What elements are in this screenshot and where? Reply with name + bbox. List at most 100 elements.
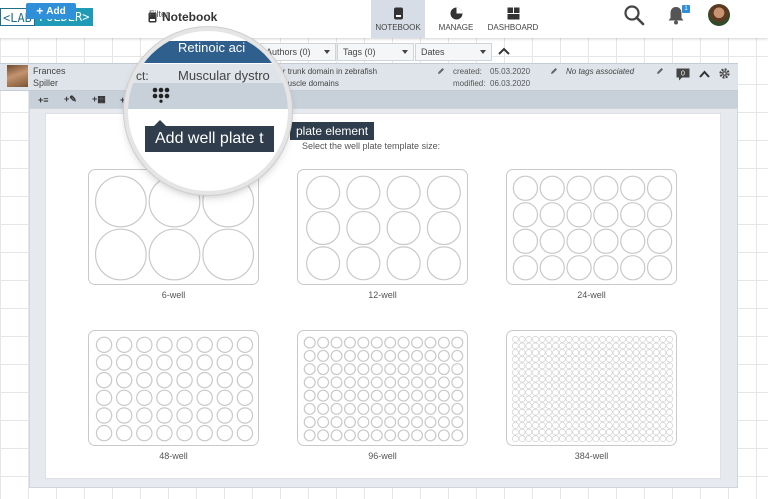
well bbox=[666, 428, 673, 436]
well bbox=[512, 349, 519, 356]
add-file-button[interactable]: + bbox=[120, 93, 125, 106]
well bbox=[397, 429, 410, 442]
well bbox=[525, 336, 533, 343]
well bbox=[639, 375, 647, 383]
well bbox=[115, 424, 133, 442]
well bbox=[565, 382, 573, 389]
add-text-button[interactable]: +≡ bbox=[38, 93, 49, 106]
well bbox=[666, 342, 673, 350]
well bbox=[343, 376, 356, 389]
add-sketch-button[interactable]: +✎ bbox=[64, 93, 77, 106]
well bbox=[343, 416, 356, 429]
well bbox=[346, 210, 381, 246]
pencil-icon[interactable] bbox=[437, 67, 445, 75]
well bbox=[592, 435, 600, 443]
notification-badge: 1 bbox=[682, 5, 690, 13]
well bbox=[565, 369, 573, 376]
well bbox=[437, 429, 450, 442]
well bbox=[579, 336, 586, 343]
well bbox=[136, 424, 153, 442]
well bbox=[558, 375, 566, 383]
nav-notebook[interactable]: NOTEBOOK bbox=[371, 0, 425, 38]
well bbox=[156, 407, 173, 424]
well bbox=[632, 415, 640, 423]
well bbox=[619, 422, 627, 429]
collapse-filters-icon[interactable] bbox=[498, 46, 510, 56]
well bbox=[538, 336, 546, 343]
well bbox=[612, 369, 620, 376]
well bbox=[346, 246, 381, 281]
well bbox=[95, 407, 113, 424]
well bbox=[148, 228, 201, 281]
well bbox=[620, 202, 646, 228]
chevron-up-icon[interactable] bbox=[699, 70, 710, 78]
well bbox=[605, 422, 613, 429]
author-last-name: Spiller bbox=[33, 78, 59, 88]
well bbox=[346, 175, 381, 210]
well bbox=[565, 349, 573, 356]
well bbox=[612, 342, 620, 350]
pencil-icon[interactable] bbox=[550, 67, 558, 75]
well bbox=[384, 376, 397, 389]
plate-12-well[interactable] bbox=[297, 169, 468, 285]
plate-24-well[interactable] bbox=[506, 169, 677, 285]
well bbox=[552, 402, 559, 409]
search-icon[interactable] bbox=[623, 4, 645, 26]
well bbox=[612, 428, 620, 436]
well bbox=[619, 415, 627, 423]
well bbox=[384, 429, 397, 442]
well bbox=[639, 362, 647, 370]
well bbox=[565, 362, 573, 370]
well bbox=[652, 402, 660, 409]
well bbox=[196, 336, 213, 354]
well bbox=[659, 336, 667, 343]
well bbox=[525, 375, 533, 383]
well bbox=[666, 422, 673, 429]
well bbox=[512, 202, 539, 228]
plate-wells-24-well bbox=[512, 175, 673, 281]
well bbox=[411, 349, 424, 362]
well bbox=[424, 429, 437, 442]
well bbox=[612, 388, 620, 396]
gear-icon[interactable] bbox=[718, 67, 731, 80]
add-button[interactable]: + Add bbox=[26, 3, 76, 19]
well bbox=[572, 428, 580, 436]
well bbox=[646, 388, 653, 396]
well bbox=[646, 408, 653, 416]
well-plate-icon[interactable] bbox=[152, 87, 170, 103]
well bbox=[512, 342, 519, 350]
well bbox=[525, 349, 533, 356]
nav-dashboard[interactable]: DASHBOARD bbox=[486, 0, 540, 38]
well bbox=[532, 435, 539, 443]
nav-manage[interactable]: MANAGE bbox=[430, 0, 482, 38]
well bbox=[626, 349, 633, 356]
well bbox=[397, 363, 410, 376]
well bbox=[518, 388, 526, 396]
well bbox=[518, 362, 526, 370]
well bbox=[605, 395, 613, 403]
well bbox=[585, 362, 593, 370]
well bbox=[619, 382, 627, 389]
add-table-button[interactable]: +▦ bbox=[92, 93, 106, 106]
chevron-down-icon bbox=[324, 50, 330, 54]
well bbox=[592, 388, 600, 396]
well bbox=[411, 416, 424, 429]
plate-48-well[interactable] bbox=[88, 330, 259, 446]
well bbox=[585, 395, 593, 403]
well bbox=[619, 375, 627, 383]
well bbox=[605, 362, 613, 370]
well bbox=[572, 375, 580, 383]
well bbox=[585, 369, 593, 376]
comment-icon[interactable]: 0 bbox=[676, 68, 690, 81]
plate-96-well[interactable] bbox=[297, 330, 468, 446]
well bbox=[306, 210, 341, 246]
plate-384-well[interactable] bbox=[506, 330, 677, 446]
filter-tags-dropdown[interactable]: Tags (0) bbox=[337, 43, 414, 61]
well bbox=[579, 402, 586, 409]
well bbox=[585, 422, 593, 429]
well bbox=[599, 428, 606, 436]
filter-dates-dropdown[interactable]: Dates bbox=[415, 43, 492, 61]
pencil-icon[interactable] bbox=[656, 67, 664, 75]
well bbox=[652, 395, 660, 403]
user-avatar[interactable] bbox=[708, 4, 730, 26]
